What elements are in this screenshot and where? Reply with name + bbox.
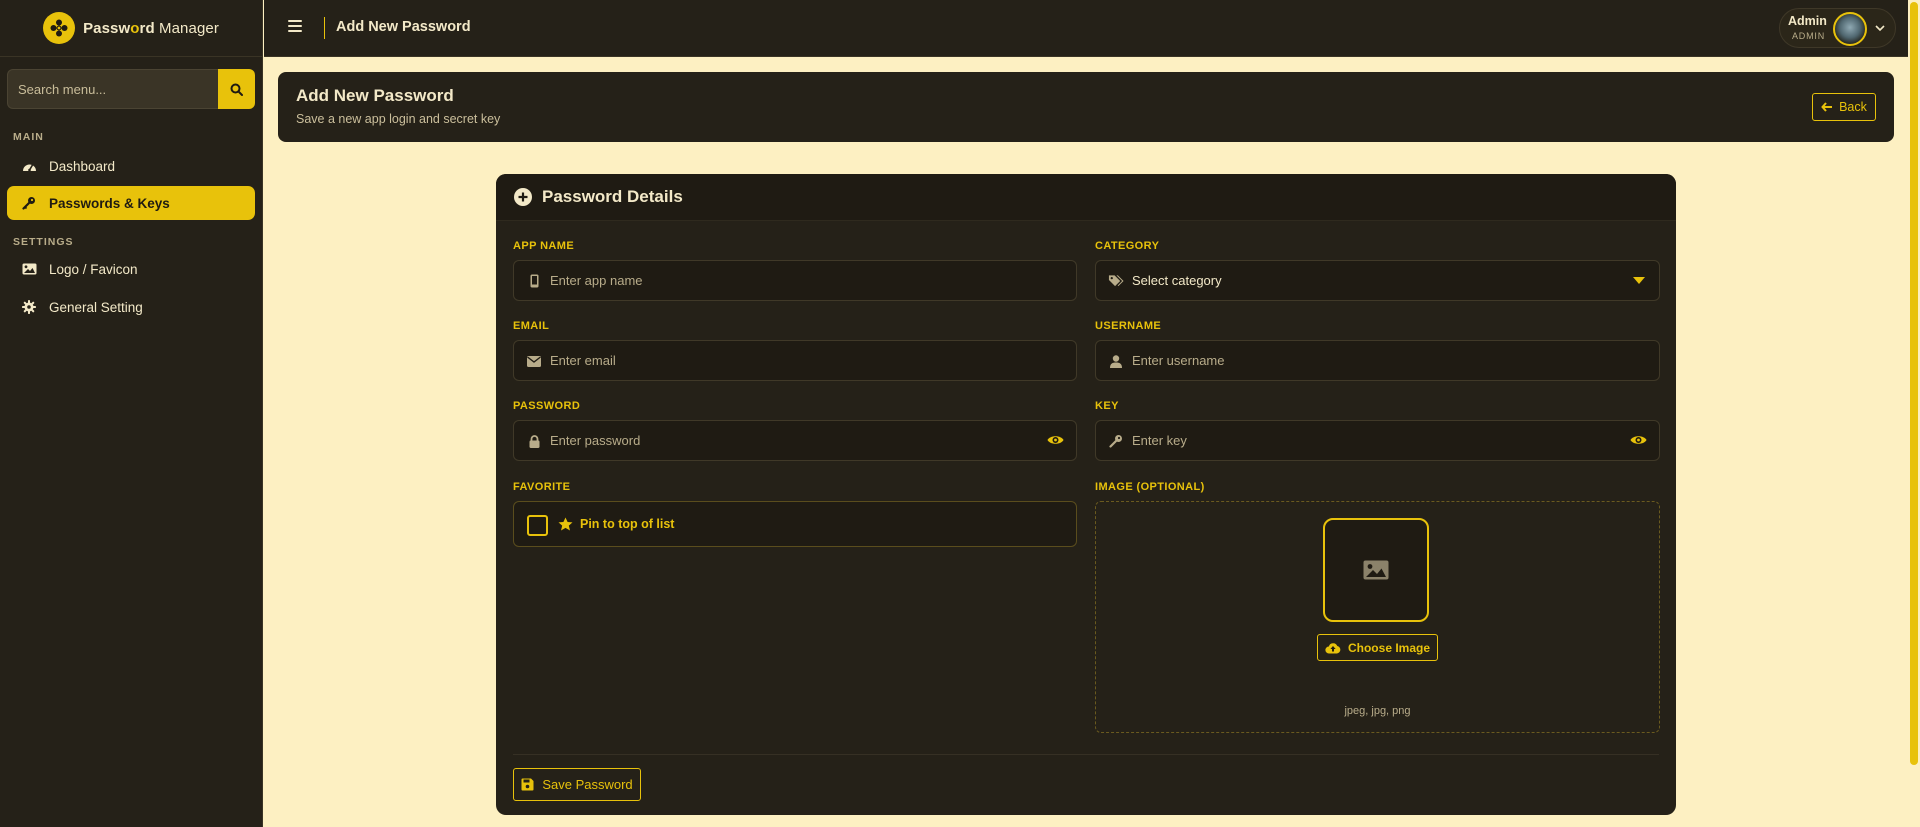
caret-down-icon	[1633, 277, 1645, 284]
image-dropzone[interactable]: Choose Image jpeg, jpg, png	[1095, 501, 1660, 733]
sidebar: Password Manager MAIN Dashboard Password…	[0, 0, 263, 827]
avatar	[1833, 12, 1867, 46]
menu-search	[7, 69, 255, 109]
card-title: Password Details	[542, 187, 683, 206]
brand-name: Password Manager	[83, 19, 219, 37]
user-menu[interactable]: Admin ADMIN	[1779, 8, 1896, 48]
image-label: IMAGE (OPTIONAL)	[1095, 481, 1205, 493]
gauge-icon	[21, 158, 37, 174]
tags-icon	[1108, 273, 1124, 289]
scrollbar-thumb[interactable]	[1910, 2, 1918, 765]
app-name-label: APP NAME	[513, 240, 575, 252]
category-selected: Select category	[1132, 273, 1222, 288]
logo-icon	[43, 12, 76, 44]
save-password-button[interactable]: Save Password	[513, 768, 641, 801]
sidebar-item-label: Dashboard	[49, 158, 116, 174]
arrow-left-icon	[1821, 102, 1833, 112]
page-scrollbar[interactable]	[1908, 0, 1920, 827]
page-title: Add New Password	[296, 86, 454, 105]
cloud-upload-icon	[1325, 642, 1341, 654]
image-placeholder-icon	[1363, 560, 1389, 580]
username-input[interactable]	[1132, 341, 1619, 380]
username-label: USERNAME	[1095, 320, 1162, 332]
topbar: Add New Password Admin ADMIN	[264, 0, 1908, 57]
favorite-checkbox[interactable]	[527, 515, 548, 536]
mobile-icon	[526, 273, 542, 289]
save-icon	[521, 778, 534, 791]
key-label: KEY	[1095, 400, 1119, 412]
key-icon	[21, 195, 37, 211]
favorite-label: FAVORITE	[513, 481, 571, 493]
password-label: PASSWORD	[513, 400, 581, 412]
plus-circle-icon	[514, 188, 532, 206]
search-icon	[230, 83, 243, 96]
user-name: Admin	[1788, 14, 1827, 28]
sidebar-item-label: Passwords & Keys	[49, 195, 170, 211]
user-role: ADMIN	[1792, 31, 1825, 41]
password-input[interactable]	[550, 421, 1036, 460]
image-icon	[21, 261, 37, 277]
username-field	[1095, 340, 1660, 381]
app-name-field	[513, 260, 1077, 301]
user-icon	[1108, 353, 1124, 369]
app-name-input[interactable]	[550, 261, 1036, 300]
email-field	[513, 340, 1077, 381]
password-details-card: Password Details APP NAME CATEGORY Selec…	[496, 174, 1676, 815]
topbar-title: Add New Password	[336, 19, 471, 35]
sidebar-item-label: Logo / Favicon	[49, 261, 138, 277]
back-button[interactable]: Back	[1812, 93, 1876, 121]
card-header: Password Details	[496, 174, 1676, 221]
email-label: EMAIL	[513, 320, 550, 332]
choose-image-button[interactable]: Choose Image	[1317, 634, 1438, 661]
key-icon	[1108, 433, 1124, 449]
section-label-settings: SETTINGS	[13, 236, 74, 248]
favorite-text: Pin to top of list	[580, 517, 675, 531]
envelope-icon	[526, 353, 542, 369]
image-format-hint: jpeg, jpg, png	[1344, 705, 1411, 717]
email-input[interactable]	[550, 341, 1036, 380]
favorite-option[interactable]: Pin to top of list	[513, 501, 1077, 547]
lock-icon	[526, 433, 542, 449]
chevron-down-icon	[1875, 25, 1885, 32]
key-field	[1095, 420, 1660, 461]
back-label: Back	[1839, 100, 1867, 114]
form-divider	[513, 754, 1659, 755]
sidebar-item-dashboard[interactable]: Dashboard	[7, 149, 255, 183]
menu-search-button[interactable]	[218, 69, 255, 109]
brand[interactable]: Password Manager	[0, 0, 262, 57]
menu-search-input[interactable]	[7, 69, 218, 109]
sidebar-item-general-setting[interactable]: General Setting	[7, 290, 255, 324]
image-preview	[1323, 518, 1429, 622]
eye-icon[interactable]	[1630, 433, 1647, 447]
topbar-divider	[324, 17, 325, 39]
sidebar-item-logo-favicon[interactable]: Logo / Favicon	[7, 252, 255, 286]
star-icon	[558, 517, 573, 531]
category-label: CATEGORY	[1095, 240, 1160, 252]
page-subtitle: Save a new app login and secret key	[296, 112, 501, 126]
choose-image-label: Choose Image	[1347, 640, 1431, 655]
page-header: Add New Password Save a new app login an…	[278, 72, 1894, 142]
section-label-main: MAIN	[13, 131, 44, 143]
key-input[interactable]	[1132, 421, 1619, 460]
menu-toggle-icon[interactable]	[288, 20, 302, 34]
gear-icon	[21, 299, 37, 315]
eye-icon[interactable]	[1047, 433, 1064, 447]
password-field	[513, 420, 1077, 461]
save-label: Save Password	[542, 777, 633, 792]
category-select[interactable]: Select category	[1095, 260, 1660, 301]
sidebar-item-label: General Setting	[49, 299, 143, 315]
sidebar-item-passwords[interactable]: Passwords & Keys	[7, 186, 255, 220]
